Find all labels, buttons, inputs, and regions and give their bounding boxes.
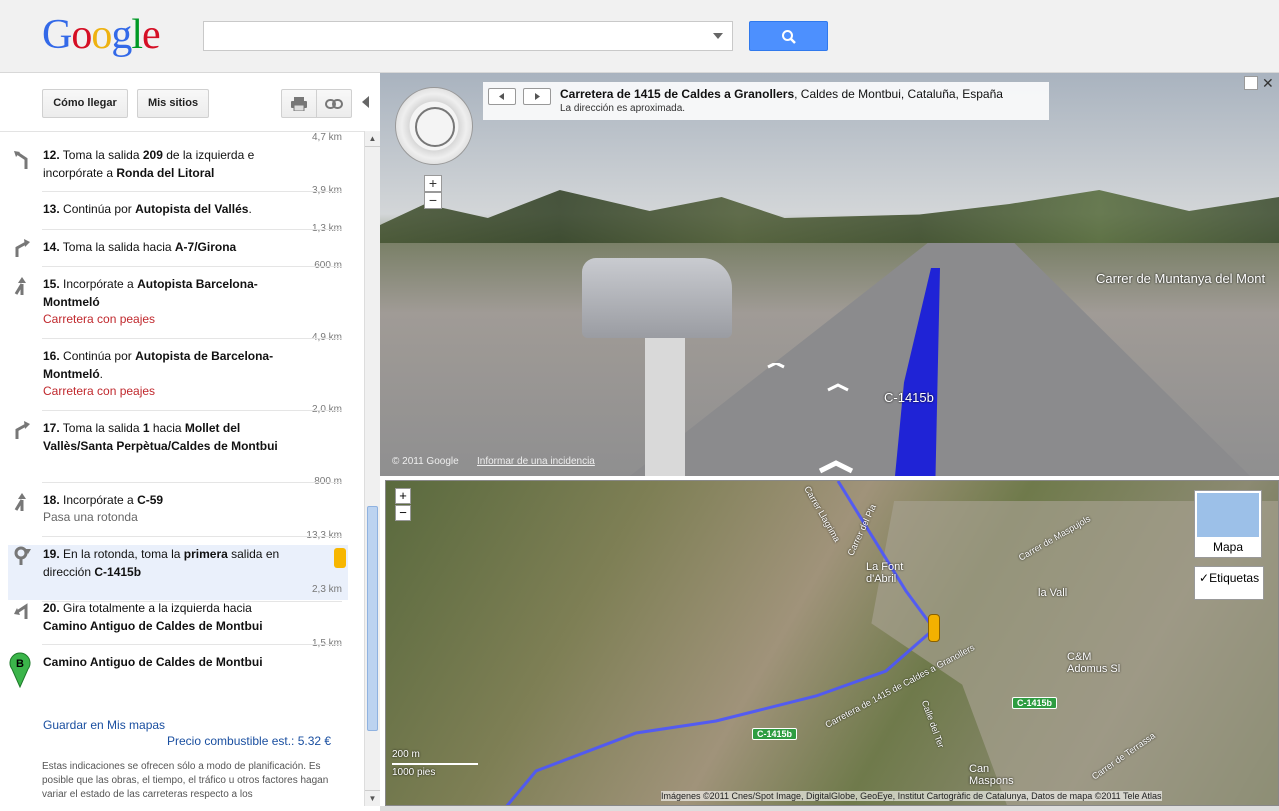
fuel-price-link[interactable]: Precio combustible est.: 5.32 €: [167, 734, 331, 748]
google-logo[interactable]: Google: [42, 12, 161, 58]
pan-control-icon[interactable]: [415, 107, 455, 147]
map-type-label: Mapa: [1212, 540, 1244, 554]
divider: [42, 644, 342, 645]
link-button[interactable]: [316, 89, 352, 118]
street-view-panel[interactable]: + − Carretera de 1415 de Caldes a Granol…: [380, 73, 1279, 476]
street-view-address-box: Carretera de 1415 de Caldes a Granollers…: [483, 82, 1049, 120]
list-item[interactable]: 13. Continúa por Autopista del Vallés.: [43, 200, 298, 218]
street-view-road-marking: [645, 323, 685, 476]
list-item[interactable]: 17. Toma la salida 1 hacia Mollet del Va…: [43, 419, 298, 455]
map-place-label: Can Maspons: [969, 763, 1014, 787]
map-thumbnail-icon: [1197, 493, 1259, 537]
svg-text:B: B: [16, 658, 24, 670]
scrollbar-thumb[interactable]: [367, 506, 378, 731]
search-dropdown-button[interactable]: [703, 21, 733, 51]
divider: [42, 191, 342, 192]
chevron-down-icon: [713, 33, 723, 39]
status-strip: [380, 806, 1279, 811]
street-view-copyright: © 2011 Google: [392, 456, 459, 467]
map-type-button[interactable]: Mapa: [1194, 490, 1262, 558]
directions-button[interactable]: Cómo llegar: [42, 89, 128, 118]
link-icon: [325, 99, 343, 109]
step-subnote: Pasa una rotonda: [43, 510, 138, 524]
street-view-car: [582, 258, 732, 338]
search-input[interactable]: [203, 21, 733, 51]
disclaimer-text: Estas indicaciones se ofrecen sólo a mod…: [42, 761, 329, 800]
divider: [42, 410, 342, 411]
list-item[interactable]: 16. Continúa por Autopista de Barcelona-…: [43, 347, 298, 383]
map-place-label: C&M Adomus Sl: [1067, 651, 1121, 675]
report-problem-link[interactable]: Informar de una incidencia: [477, 456, 595, 467]
collapse-panel-icon[interactable]: [362, 96, 369, 108]
scale-bar: [392, 763, 478, 765]
top-bar: Google: [0, 0, 1279, 73]
checkmark-icon: ✓: [1199, 571, 1210, 585]
road-shield: C-1415b: [752, 728, 798, 740]
road-shield: C-1415b: [1012, 697, 1058, 709]
map-zoom-in-button[interactable]: +: [395, 488, 411, 504]
list-item[interactable]: 14. Toma la salida hacia A-7/Girona: [43, 238, 298, 256]
step-distance: 2,3 km: [311, 584, 342, 595]
merge-icon: [14, 277, 26, 295]
street-view-nav-arrows[interactable]: [760, 363, 880, 476]
print-icon: [291, 97, 307, 112]
turn-right-icon: [15, 239, 30, 257]
search-button[interactable]: [749, 21, 828, 51]
merge-icon: [14, 493, 26, 511]
chevron-left-icon: [499, 93, 504, 100]
roundabout-icon: [14, 546, 31, 565]
expand-icon[interactable]: [1244, 76, 1258, 90]
street-view-zoom-out-button[interactable]: −: [424, 192, 442, 209]
destination-label[interactable]: Camino Antiguo de Caldes de Montbui: [43, 653, 298, 671]
street-view-note: La dirección es aproximada.: [560, 103, 686, 114]
close-icon[interactable]: ✕: [1262, 75, 1274, 92]
list-item[interactable]: 12. Toma la salida 209 de la izquierda e…: [43, 146, 298, 182]
toll-road-note: Carretera con peajes: [43, 384, 156, 398]
scroll-down-icon[interactable]: ▼: [365, 790, 380, 806]
list-item[interactable]: 19. En la rotonda, toma la primera salid…: [43, 545, 298, 581]
next-button[interactable]: [523, 88, 551, 105]
map-zoom-out-button[interactable]: −: [395, 505, 411, 521]
labels-toggle-label: Etiquetas: [1209, 571, 1260, 585]
map-view[interactable]: La Font d'Abril la Vall C&M Adomus Sl Ca…: [385, 480, 1279, 806]
my-sites-button[interactable]: Mis sitios: [137, 89, 209, 118]
divider: [42, 482, 342, 483]
search-icon: [782, 30, 796, 44]
map-place-label: La Font d'Abril: [866, 561, 904, 585]
street-view-street-label: Carrer de Muntanya del Mont: [1096, 271, 1266, 286]
steps-list: 4,7 km 12. Toma la salida 209 de la izqu…: [0, 131, 364, 806]
toll-road-note: Carretera con peajes: [43, 312, 156, 326]
previous-button[interactable]: [488, 88, 516, 105]
street-view-zoom-in-button[interactable]: +: [424, 175, 442, 192]
destination-marker-icon: B: [9, 652, 31, 688]
save-to-my-maps-link[interactable]: Guardar en Mis mapas: [43, 718, 165, 732]
divider: [42, 536, 342, 537]
scroll-up-icon[interactable]: ▲: [365, 131, 380, 147]
print-button[interactable]: [281, 89, 317, 118]
scale-metric-label: 200 m: [392, 749, 420, 760]
turn-right-icon: [15, 421, 30, 439]
street-view-road-label: C-1415b: [884, 390, 934, 405]
chevron-right-icon: [535, 93, 540, 100]
map-attribution: Imágenes ©2011 Cnes/Spot Image, DigitalG…: [661, 791, 1162, 801]
u-turn-icon: [14, 603, 28, 619]
street-view-compass-control[interactable]: [395, 87, 473, 165]
pegman-icon[interactable]: [928, 614, 940, 642]
step-distance: 4,7 km: [311, 132, 342, 143]
street-view-title: Carretera de 1415 de Caldes a Granollers…: [560, 87, 1003, 101]
list-item[interactable]: 18. Incorpórate a C-59: [43, 491, 298, 509]
map-place-label: la Vall: [1038, 587, 1068, 599]
turn-sharp-left-icon: [14, 151, 28, 169]
labels-toggle[interactable]: ✓Etiquetas: [1194, 566, 1264, 600]
list-item[interactable]: 20. Gira totalmente a la izquierda hacia…: [43, 599, 298, 635]
list-item[interactable]: 15. Incorpórate a Autopista Barcelona-Mo…: [43, 275, 298, 311]
divider: [42, 266, 342, 267]
scale-imperial-label: 1000 pies: [392, 767, 436, 778]
steps-scrollbar[interactable]: ▲ ▼: [364, 131, 380, 806]
divider: [42, 338, 342, 339]
map-scale: 200 m 1000 pies: [392, 749, 482, 781]
street-view-pegman-icon[interactable]: [334, 548, 346, 568]
divider: [42, 229, 342, 230]
